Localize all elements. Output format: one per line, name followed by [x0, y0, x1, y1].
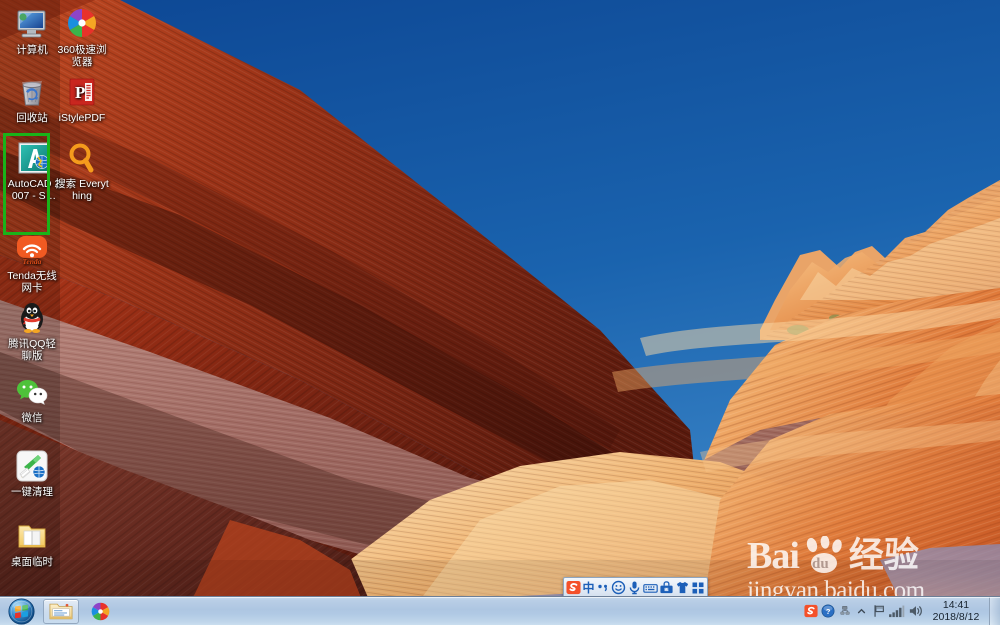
autocad-a-icon [16, 140, 52, 176]
speaker-volume-icon[interactable] [906, 603, 925, 620]
desktop-icon-computer[interactable]: 计算机 [4, 6, 60, 57]
desktop[interactable]: 计算机 360极速浏览器 回收站 P iStylePDF AutoCAD 200… [0, 0, 1000, 625]
desktop-icon-cleanup[interactable]: 一键清理 [4, 448, 60, 499]
blue-question-icon[interactable]: ? [819, 603, 836, 620]
start-button[interactable] [2, 597, 40, 625]
desktop-icon-label: iStylePDF [58, 112, 106, 124]
desktop-icon-label: 微信 [21, 412, 43, 424]
desktop-icon-label: Tenda无线网卡 [7, 270, 57, 294]
desktop-icon-label: 一键清理 [11, 486, 53, 498]
desktop-icon-tenda[interactable]: Tenda Tenda无线网卡 [4, 232, 60, 294]
chevron-up-icon[interactable] [853, 603, 870, 620]
microphone-icon[interactable] [627, 579, 642, 596]
svg-text:10: 10 [665, 588, 669, 592]
desktop-icon-browser360[interactable]: 360极速浏览器 [54, 6, 110, 68]
folder-icon [14, 518, 50, 554]
flag-action-center-icon[interactable] [870, 603, 887, 620]
toolbox-icon[interactable]: 10 [659, 579, 674, 596]
taskbar-item-browser360[interactable] [82, 599, 118, 624]
svg-text:?: ? [825, 607, 830, 616]
desktop-icon-istylepdf[interactable]: P iStylePDF [54, 74, 110, 125]
computer-monitor-icon [14, 6, 50, 42]
desktop-icon-label: 搜索 Everything [55, 178, 109, 202]
taskbar-item-explorer[interactable] [43, 598, 79, 624]
tenda-wifi-icon: Tenda [14, 232, 50, 268]
desktop-icon-tempfolder[interactable]: 桌面临时 [4, 518, 60, 569]
small-net-icon[interactable] [836, 603, 853, 620]
desktop-icon-everything[interactable]: 搜索 Everything [54, 140, 110, 202]
broom-cleanup-icon [14, 448, 50, 484]
svg-text:Tenda: Tenda [23, 257, 42, 266]
clock-time: 14:41 [942, 599, 970, 611]
desktop-icon-wechat[interactable]: 微信 [4, 374, 60, 425]
qq-penguin-icon [14, 300, 50, 336]
recycle-bin-icon [14, 74, 50, 110]
360-browser-pinwheel-icon [64, 6, 100, 42]
keyboard-icon[interactable] [643, 579, 658, 596]
pdf-document-icon: P [64, 74, 100, 110]
desktop-icon-label: 回收站 [16, 112, 48, 124]
magnifier-search-icon [64, 140, 100, 176]
smiley-face-icon[interactable] [611, 579, 626, 596]
sogou-s-icon[interactable] [566, 579, 581, 596]
desktop-icon-label: 桌面临时 [11, 556, 53, 568]
network-bars-icon[interactable] [887, 603, 906, 620]
show-desktop-button[interactable] [989, 596, 1000, 625]
taskbar[interactable]: ? 14:41 2018/8/12 [0, 596, 1000, 625]
sogou-s-icon[interactable] [802, 603, 819, 620]
desktop-icon-layer[interactable]: 计算机 360极速浏览器 回收站 P iStylePDF AutoCAD 200… [0, 0, 130, 600]
chinese-mode-icon[interactable]: 中 [582, 579, 595, 596]
sogou-ime-toolbar[interactable]: 中 10 [563, 577, 708, 598]
desktop-icon-label: 腾讯QQ轻聊版 [8, 338, 56, 362]
desktop-icon-qq[interactable]: 腾讯QQ轻聊版 [4, 300, 60, 362]
system-tray[interactable]: ? 14:41 2018/8/12 [802, 596, 1000, 625]
punctuation-icon[interactable] [596, 579, 610, 596]
svg-text:P: P [75, 83, 85, 102]
wechat-bubbles-icon [14, 374, 50, 410]
desktop-wallpaper [0, 0, 1000, 625]
clock-date: 2018/8/12 [932, 611, 980, 623]
desktop-icon-label: 计算机 [16, 44, 48, 56]
desktop-icon-recyclebin[interactable]: 回收站 [4, 74, 60, 125]
desktop-icon-label: 360极速浏览器 [57, 44, 107, 68]
tshirt-skin-icon[interactable] [675, 579, 690, 596]
taskbar-clock[interactable]: 14:41 2018/8/12 [925, 599, 987, 623]
grid-menu-icon[interactable] [691, 579, 705, 596]
